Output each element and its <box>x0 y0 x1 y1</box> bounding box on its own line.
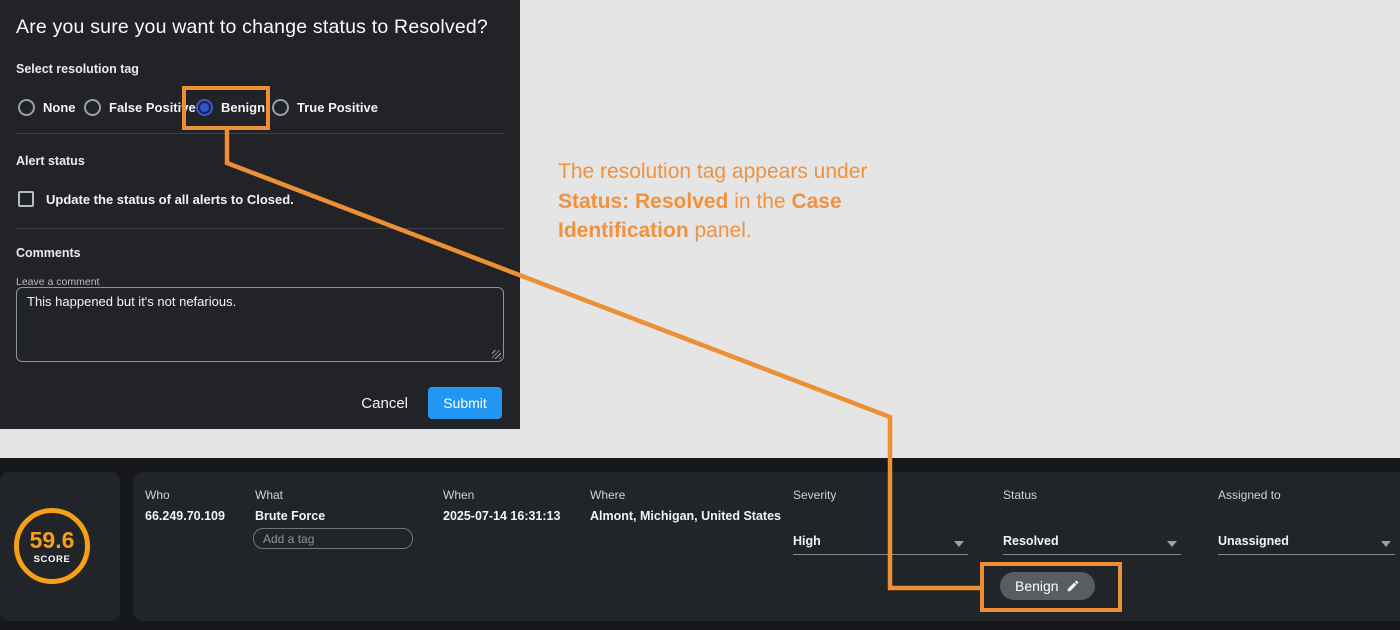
assigned-to-dropdown[interactable]: Unassigned <box>1218 533 1395 555</box>
field-severity-label: Severity <box>793 488 836 502</box>
case-detail-card: Who 66.249.70.109 What Brute Force When … <box>133 472 1400 621</box>
comment-textarea[interactable]: This happened but it's not nefarious. <box>16 287 504 362</box>
score-label: SCORE <box>34 554 71 565</box>
score-value: 59.6 <box>30 528 75 552</box>
field-when-label: When <box>443 488 474 502</box>
radio-option-true-positive[interactable]: True Positive <box>272 89 378 125</box>
chevron-down-icon <box>1167 541 1177 547</box>
score-circle: 59.6 SCORE <box>14 508 90 584</box>
radio-option-label: None <box>43 100 76 115</box>
status-dropdown-value: Resolved <box>1003 534 1059 548</box>
divider <box>16 228 504 229</box>
field-status-label: Status <box>1003 488 1037 502</box>
chevron-down-icon <box>954 541 964 547</box>
field-assigned-to-label: Assigned to <box>1218 488 1281 502</box>
radio-option-benign[interactable]: Benign <box>196 89 265 125</box>
change-status-dialog: Are you sure you want to change status t… <box>0 0 520 429</box>
status-dropdown[interactable]: Resolved <box>1003 533 1181 555</box>
field-where-value: Almont, Michigan, United States <box>590 509 781 523</box>
pencil-icon[interactable] <box>1066 579 1080 593</box>
radio-option-false-positive[interactable]: False Positive <box>84 89 196 125</box>
resolution-tag-section-label: Select resolution tag <box>16 62 139 76</box>
severity-dropdown-value: High <box>793 534 821 548</box>
annotation-text: The resolution tag appears underStatus: … <box>558 157 948 246</box>
field-what-value: Brute Force <box>255 509 325 523</box>
add-tag-input[interactable] <box>253 528 413 549</box>
radio-option-label: Benign <box>221 100 265 115</box>
field-when-value: 2025-07-14 16:31:13 <box>443 509 560 523</box>
screenshot-stage: Are you sure you want to change status t… <box>0 0 1400 630</box>
checkbox-icon[interactable] <box>18 191 34 207</box>
resolution-tag-radio-group: None False Positive Benign True Positive <box>0 89 520 125</box>
dialog-title: Are you sure you want to change status t… <box>16 16 488 39</box>
radio-circle-icon[interactable] <box>18 99 35 116</box>
close-all-alerts-checkbox-row[interactable]: Update the status of all alerts to Close… <box>18 191 294 207</box>
case-identification-panel: 59.6 SCORE Who 66.249.70.109 What Brute … <box>0 458 1400 630</box>
severity-dropdown[interactable]: High <box>793 533 968 555</box>
divider <box>16 133 504 134</box>
radio-circle-selected-icon[interactable] <box>196 99 213 116</box>
field-who-label: Who <box>145 488 170 502</box>
alert-status-section-label: Alert status <box>16 154 85 168</box>
field-what-label: What <box>255 488 283 502</box>
assigned-to-dropdown-value: Unassigned <box>1218 534 1289 548</box>
radio-circle-icon[interactable] <box>84 99 101 116</box>
resolution-tag-chip[interactable]: Benign <box>1000 572 1095 600</box>
resolution-tag-chip-label: Benign <box>1015 578 1059 594</box>
field-where-label: Where <box>590 488 625 502</box>
checkbox-label: Update the status of all alerts to Close… <box>46 192 294 207</box>
submit-button[interactable]: Submit <box>428 387 502 419</box>
score-card: 59.6 SCORE <box>0 472 120 621</box>
radio-option-label: True Positive <box>297 100 378 115</box>
radio-option-label: False Positive <box>109 100 196 115</box>
dialog-actions: Cancel Submit <box>0 387 520 419</box>
chevron-down-icon <box>1381 541 1391 547</box>
cancel-button[interactable]: Cancel <box>361 387 408 419</box>
comments-section-label: Comments <box>16 246 81 260</box>
field-who-value: 66.249.70.109 <box>145 509 225 523</box>
radio-circle-icon[interactable] <box>272 99 289 116</box>
radio-option-none[interactable]: None <box>18 89 76 125</box>
